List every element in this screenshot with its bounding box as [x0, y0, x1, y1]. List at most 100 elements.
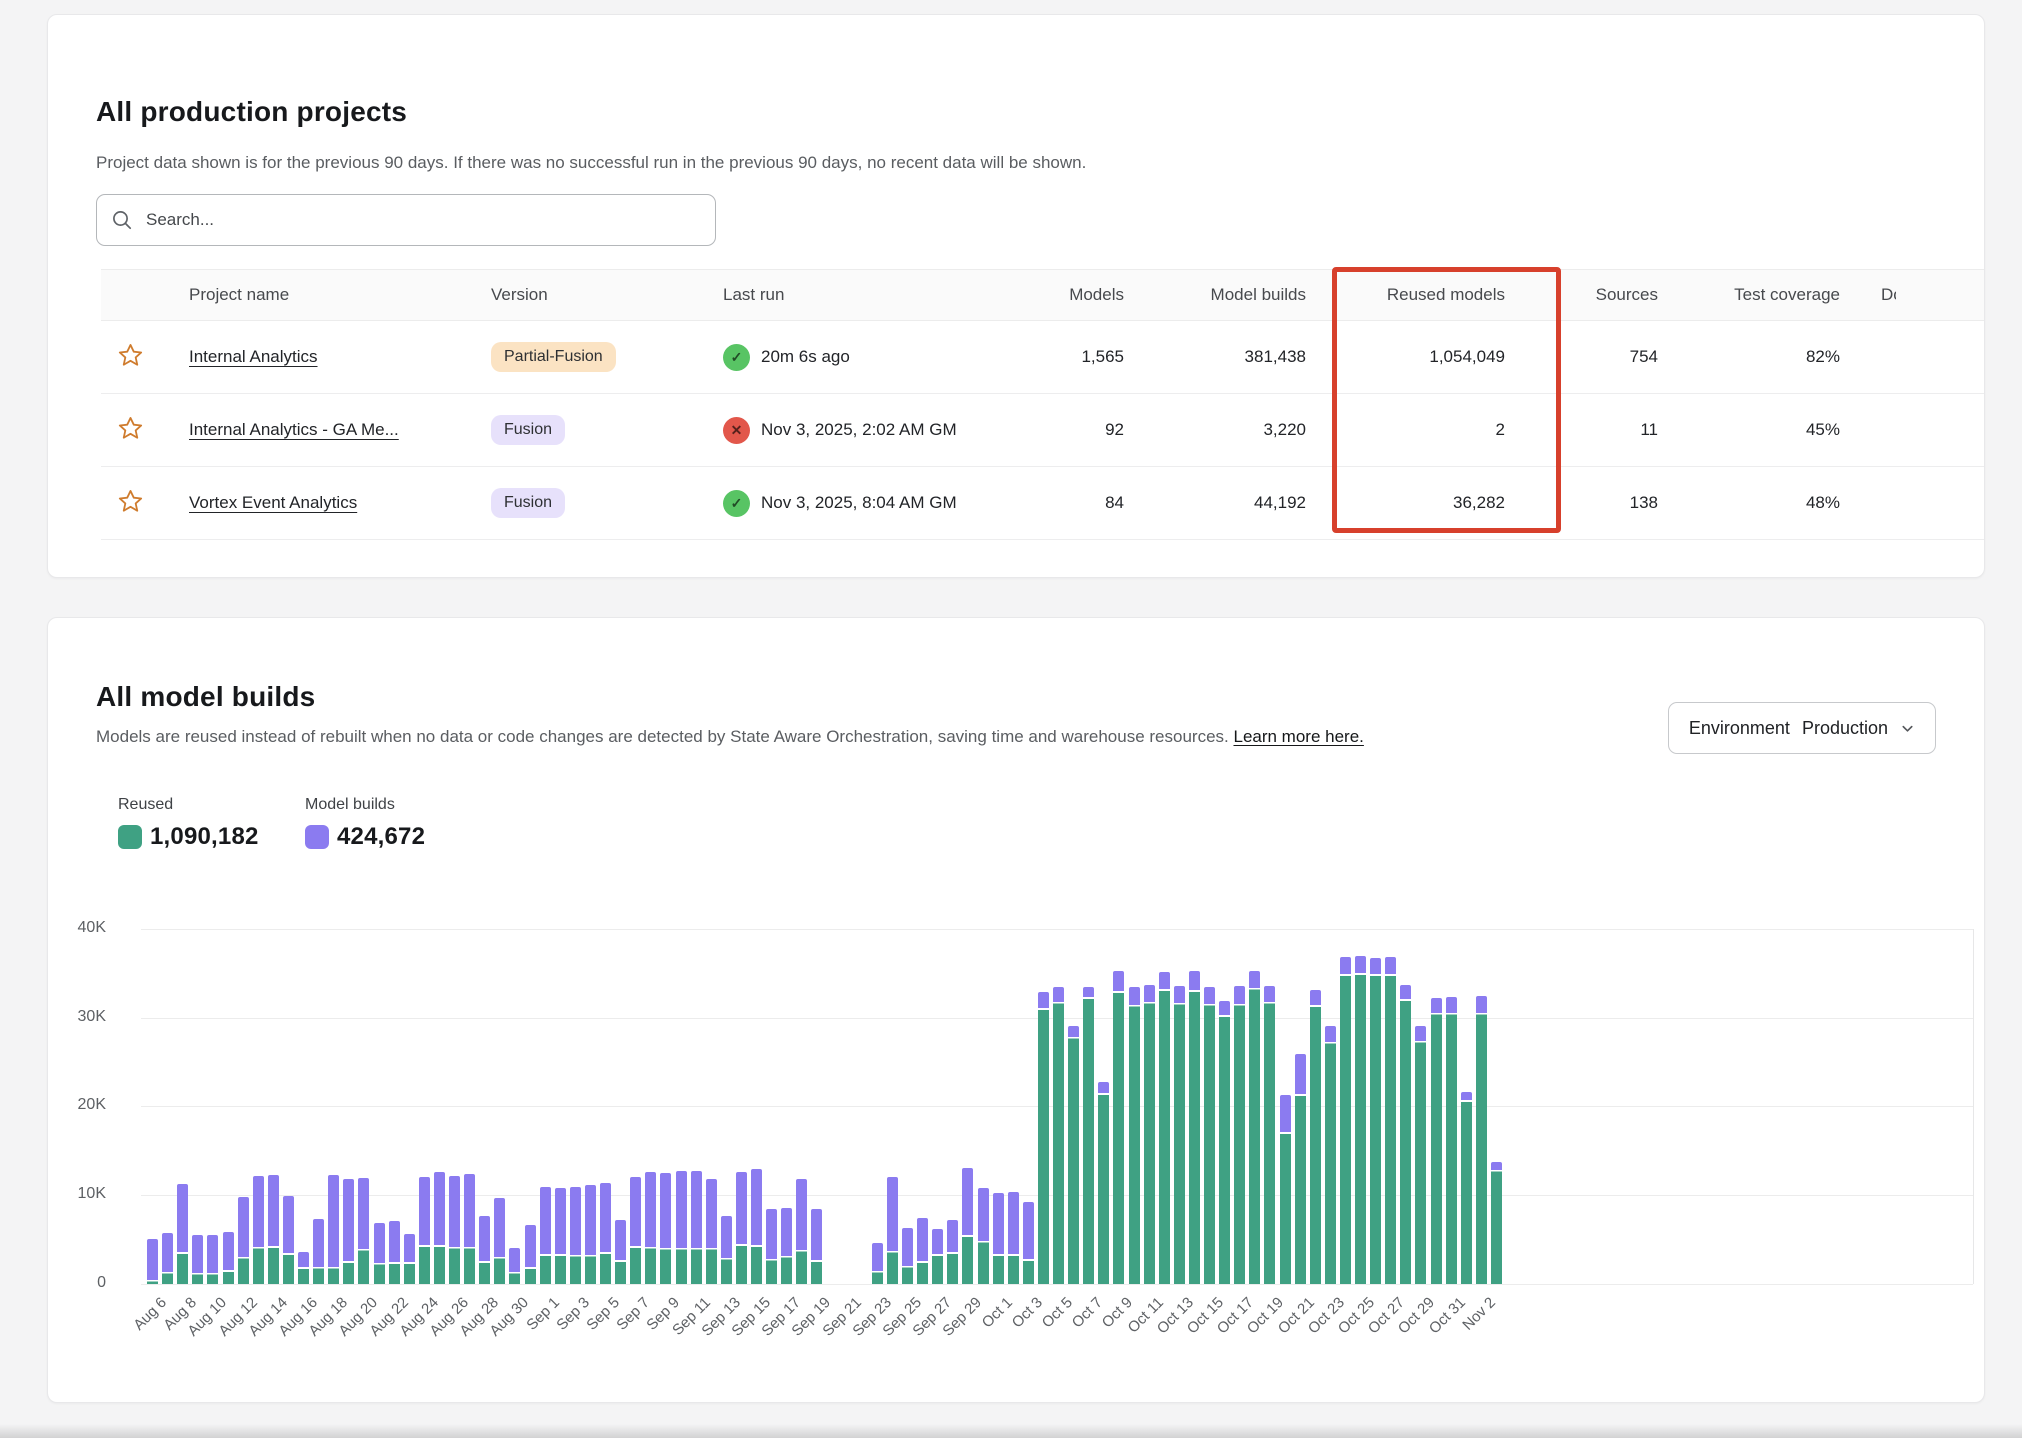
bar-reused: [645, 1248, 656, 1284]
bar-reused: [962, 1237, 973, 1284]
bar-reused: [1370, 976, 1381, 1284]
bar-model-builds: [1174, 986, 1185, 1003]
bar-reused: [1023, 1261, 1034, 1284]
table-row: Internal Analytics - GA Me...Fusion✕Nov …: [101, 394, 1984, 467]
bar-reused: [1249, 989, 1260, 1284]
bar-reused: [207, 1274, 218, 1284]
legend-model-builds-swatch: [305, 825, 329, 849]
test-coverage-cell: 48%: [1658, 493, 1840, 513]
bar-reused: [434, 1247, 445, 1284]
favorite-star-button[interactable]: [115, 342, 145, 372]
bar-reused: [1053, 1003, 1064, 1284]
bar-reused: [1280, 1134, 1291, 1284]
bar-reused: [585, 1256, 596, 1284]
bar-model-builds: [1204, 987, 1215, 1004]
project-link[interactable]: Internal Analytics: [189, 347, 479, 367]
bar-model-builds: [600, 1183, 611, 1253]
reused-models-cell: 2: [1306, 420, 1505, 440]
bar-reused: [253, 1248, 264, 1284]
test-coverage-cell: 45%: [1658, 420, 1840, 440]
bar-reused: [691, 1249, 702, 1284]
bar-model-builds: [540, 1187, 551, 1254]
bar-model-builds: [736, 1172, 747, 1244]
x-axis-label: Aug 6: [130, 1294, 170, 1334]
bar-reused: [706, 1249, 717, 1284]
bar-model-builds: [917, 1218, 928, 1261]
bar-reused: [1189, 992, 1200, 1284]
bar-reused: [449, 1248, 460, 1284]
model-builds-card: All model builds Models are reused inste…: [47, 617, 1985, 1403]
bar-reused: [1204, 1005, 1215, 1284]
project-name-cell: Internal Analytics: [189, 347, 491, 367]
bar-reused: [283, 1255, 294, 1284]
bar-model-builds: [872, 1243, 883, 1271]
legend-model-builds: Model builds 424,672: [305, 796, 425, 851]
favorite-star-button[interactable]: [115, 415, 145, 445]
bar-model-builds: [630, 1177, 641, 1246]
bar-model-builds: [162, 1233, 173, 1271]
models-cell: 84: [1001, 493, 1124, 513]
bar-model-builds: [1280, 1095, 1291, 1133]
bar-reused: [872, 1272, 883, 1284]
search-input[interactable]: [144, 209, 701, 231]
chevron-down-icon: [1900, 721, 1915, 736]
bar-model-builds: [1491, 1162, 1502, 1169]
sources-cell: 138: [1505, 493, 1658, 513]
bar-reused: [177, 1254, 188, 1284]
bar-reused: [1008, 1256, 1019, 1284]
bar-model-builds: [177, 1184, 188, 1253]
bar-model-builds: [404, 1234, 415, 1262]
sources-cell: 11: [1505, 420, 1658, 440]
bar-reused: [192, 1274, 203, 1284]
learn-more-link[interactable]: Learn more here.: [1233, 727, 1363, 746]
bar-model-builds: [978, 1188, 989, 1241]
bar-model-builds: [1295, 1054, 1306, 1094]
bar-reused: [1144, 1003, 1155, 1284]
bar-model-builds: [1144, 985, 1155, 1002]
projects-subtitle: Project data shown is for the previous 9…: [96, 153, 1086, 173]
project-name-cell: Internal Analytics - GA Me...: [189, 420, 491, 440]
bar-model-builds: [147, 1239, 158, 1280]
bar-reused: [1446, 1014, 1457, 1284]
y-axis-label: 20K: [48, 1096, 106, 1114]
bar-reused: [1325, 1043, 1336, 1284]
x-axis-label: Oct 3: [1008, 1294, 1045, 1331]
version-cell: Fusion: [491, 415, 723, 445]
bar-model-builds: [1083, 987, 1094, 998]
column-last-run: Last run: [723, 285, 1001, 305]
favorite-cell: [101, 488, 189, 518]
chart-gridline: [141, 1284, 1973, 1285]
x-axis-label: Sep 1: [523, 1294, 563, 1334]
version-cell: Partial-Fusion: [491, 342, 723, 372]
bar-reused: [404, 1264, 415, 1284]
bar-model-builds: [479, 1216, 490, 1262]
project-link[interactable]: Vortex Event Analytics: [189, 493, 479, 513]
last-run-text: Nov 3, 2025, 8:04 AM GM: [761, 493, 957, 513]
last-run-cell: ✓20m 6s ago: [723, 344, 1001, 371]
bar-reused: [570, 1256, 581, 1284]
environment-dropdown[interactable]: Environment Production: [1668, 702, 1936, 754]
project-link[interactable]: Internal Analytics - GA Me...: [189, 420, 479, 440]
bar-model-builds: [676, 1171, 687, 1248]
model-builds-cell: 381,438: [1124, 347, 1306, 367]
bar-model-builds: [947, 1220, 958, 1252]
bar-model-builds: [1159, 972, 1170, 989]
bar-reused: [147, 1281, 158, 1284]
favorite-star-button[interactable]: [115, 488, 145, 518]
bar-model-builds: [298, 1252, 309, 1267]
bar-model-builds: [902, 1228, 913, 1266]
x-axis-label: Nov 2: [1459, 1294, 1499, 1334]
bar-reused: [1400, 1001, 1411, 1284]
bar-reused: [993, 1256, 1004, 1284]
bar-model-builds: [1264, 986, 1275, 1002]
model-builds-chart: 010K20K30K40KAug 6Aug 8Aug 10Aug 12Aug 1…: [48, 918, 1984, 1398]
bar-model-builds: [509, 1248, 520, 1272]
last-run-text: 20m 6s ago: [761, 347, 850, 367]
bar-reused: [555, 1256, 566, 1284]
column-models: Models: [1001, 285, 1124, 305]
search-box: [96, 194, 716, 246]
last-run-text: Nov 3, 2025, 2:02 AM GM: [761, 420, 957, 440]
legend-model-builds-value: 424,672: [337, 823, 425, 851]
favorite-cell: [101, 342, 189, 372]
bar-model-builds: [1476, 996, 1487, 1012]
